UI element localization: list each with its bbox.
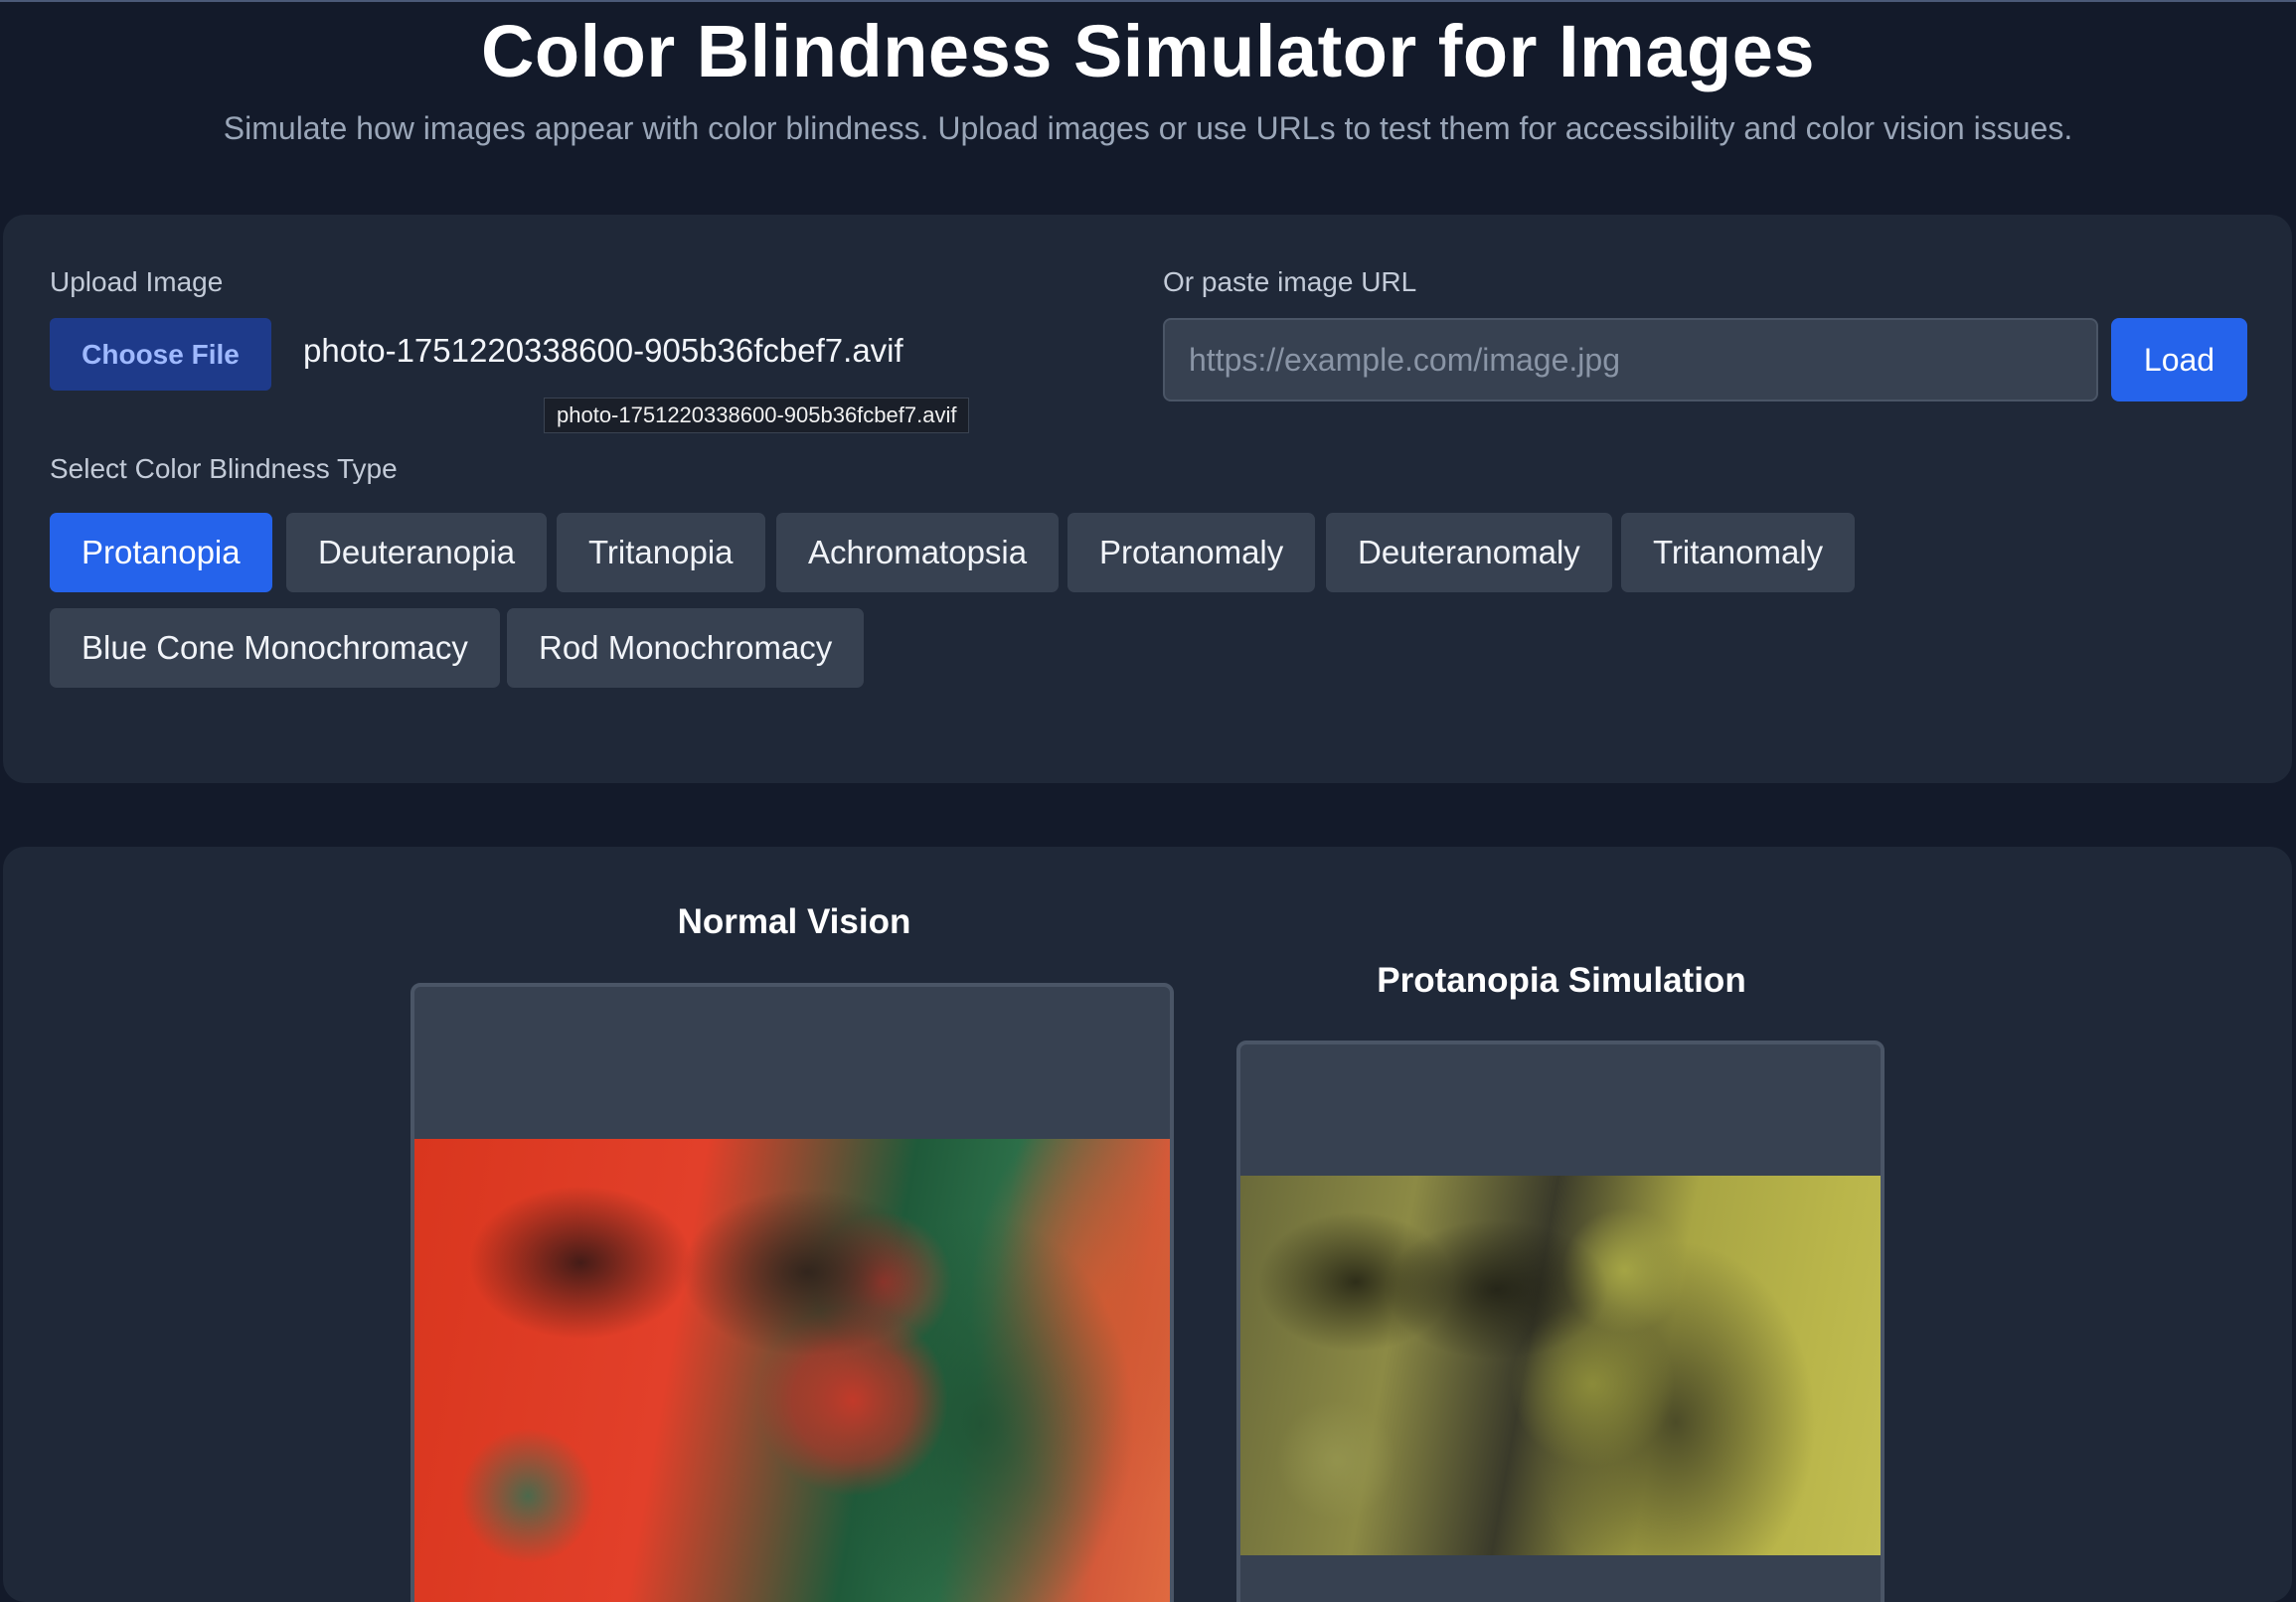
simulated-image-frame: [1236, 1041, 1885, 1602]
type-achromatopsia-button[interactable]: Achromatopsia: [776, 513, 1060, 592]
type-protanopia-button[interactable]: Protanopia: [50, 513, 272, 592]
normal-vision-title: Normal Vision: [677, 902, 911, 941]
simulation-title: Protanopia Simulation: [1377, 961, 1746, 1000]
file-name-tooltip: photo-1751220338600-905b36fcbef7.avif: [544, 398, 970, 433]
normal-image-frame: [410, 983, 1174, 1602]
top-border: [0, 0, 2296, 2]
page-subtitle: Simulate how images appear with color bl…: [223, 110, 2073, 146]
type-tritanomaly-button[interactable]: Tritanomaly: [1621, 513, 1856, 592]
upload-label: Upload Image: [50, 266, 224, 297]
type-blue-cone-monochromacy-button[interactable]: Blue Cone Monochromacy: [50, 608, 500, 688]
controls-panel: Upload Image Choose File photo-175122033…: [3, 215, 2292, 783]
selected-file-name: photo-1751220338600-905b36fcbef7.avif: [303, 332, 903, 369]
image-url-input[interactable]: [1163, 318, 2098, 401]
url-label: Or paste image URL: [1163, 266, 1417, 297]
type-deuteranomaly-button[interactable]: Deuteranomaly: [1326, 513, 1612, 592]
page-title: Color Blindness Simulator for Images: [480, 10, 1815, 92]
type-label: Select Color Blindness Type: [50, 453, 398, 484]
results-panel: Normal Vision Protanopia Simulation: [3, 847, 2292, 1602]
type-deuteranopia-button[interactable]: Deuteranopia: [286, 513, 548, 592]
simulated-image: [1240, 1176, 1881, 1555]
type-tritanopia-button[interactable]: Tritanopia: [557, 513, 765, 592]
choose-file-button[interactable]: Choose File: [50, 318, 271, 391]
normal-image: [414, 1139, 1170, 1602]
type-protanomaly-button[interactable]: Protanomaly: [1067, 513, 1316, 592]
type-rod-monochromacy-button[interactable]: Rod Monochromacy: [507, 608, 865, 688]
load-button[interactable]: Load: [2111, 318, 2247, 401]
